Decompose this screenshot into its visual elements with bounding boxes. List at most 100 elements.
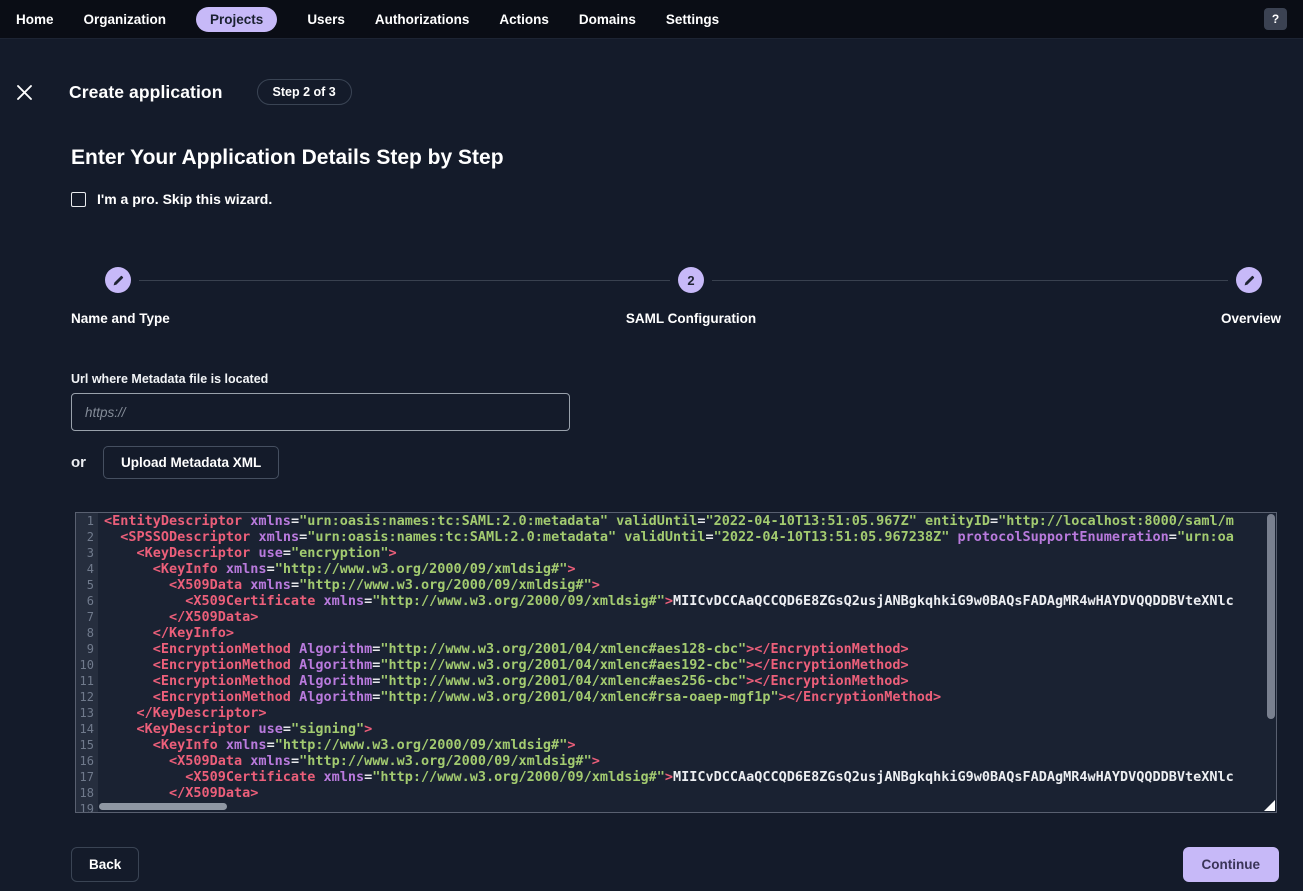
nav-item-users[interactable]: Users xyxy=(307,12,345,27)
code-line: 9 <EncryptionMethod Algorithm="http://ww… xyxy=(76,641,1276,657)
code-line: 8 </KeyInfo> xyxy=(76,625,1276,641)
upload-metadata-button[interactable]: Upload Metadata XML xyxy=(103,446,279,479)
or-row: or Upload Metadata XML xyxy=(71,446,1303,479)
code-content: <SPSSODescriptor xmlns="urn:oasis:names:… xyxy=(98,529,1276,545)
code-content: <EncryptionMethod Algorithm="http://www.… xyxy=(98,673,1276,689)
wizard-stepper: 2 xyxy=(0,267,1303,295)
code-content: </KeyInfo> xyxy=(98,625,1276,641)
step-badge: Step 2 of 3 xyxy=(257,79,352,105)
vertical-scrollbar[interactable] xyxy=(1267,514,1275,719)
line-number: 19 xyxy=(76,801,98,813)
code-line: 1<EntityDescriptor xmlns="urn:oasis:name… xyxy=(76,513,1276,529)
resize-grip-icon[interactable] xyxy=(1264,800,1275,811)
line-number: 8 xyxy=(76,625,98,641)
top-navigation: Home Organization Projects Users Authorizati… xyxy=(0,0,1303,39)
code-content: </X509Data> xyxy=(98,785,1276,801)
step-2-circle[interactable]: 2 xyxy=(678,267,704,293)
line-number: 15 xyxy=(76,737,98,753)
code-content: <EncryptionMethod Algorithm="http://www.… xyxy=(98,689,1276,705)
code-line: 17 <X509Certificate xmlns="http://www.w3… xyxy=(76,769,1276,785)
code-line: 19 xyxy=(76,801,1276,813)
nav-item-organization[interactable]: Organization xyxy=(84,12,167,27)
skip-wizard-label: I'm a pro. Skip this wizard. xyxy=(97,191,272,207)
code-content: <EncryptionMethod Algorithm="http://www.… xyxy=(98,641,1276,657)
back-button[interactable]: Back xyxy=(71,847,139,882)
code-line: 4 <KeyInfo xmlns="http://www.w3.org/2000… xyxy=(76,561,1276,577)
code-content: <X509Data xmlns="http://www.w3.org/2000/… xyxy=(98,577,1276,593)
nav-item-authorizations[interactable]: Authorizations xyxy=(375,12,470,27)
line-number: 3 xyxy=(76,545,98,561)
continue-button[interactable]: Continue xyxy=(1183,847,1280,882)
code-content: <X509Certificate xmlns="http://www.w3.or… xyxy=(98,593,1276,609)
nav-item-settings[interactable]: Settings xyxy=(666,12,719,27)
code-line: 7 </X509Data> xyxy=(76,609,1276,625)
code-content: </KeyDescriptor> xyxy=(98,705,1276,721)
line-number: 6 xyxy=(76,593,98,609)
code-content: <EntityDescriptor xmlns="urn:oasis:names… xyxy=(98,513,1276,529)
line-number: 2 xyxy=(76,529,98,545)
nav-item-home[interactable]: Home xyxy=(16,12,54,27)
code-content: <EncryptionMethod Algorithm="http://www.… xyxy=(98,657,1276,673)
line-number: 11 xyxy=(76,673,98,689)
code-lines: 1<EntityDescriptor xmlns="urn:oasis:name… xyxy=(76,513,1276,813)
line-number: 12 xyxy=(76,689,98,705)
step-2-label: SAML Configuration xyxy=(626,311,756,326)
close-button[interactable] xyxy=(12,80,36,104)
close-icon xyxy=(16,84,33,101)
code-content: <X509Data xmlns="http://www.w3.org/2000/… xyxy=(98,753,1276,769)
metadata-form: Url where Metadata file is located or Up… xyxy=(71,372,1303,479)
code-line: 11 <EncryptionMethod Algorithm="http://w… xyxy=(76,673,1276,689)
or-label: or xyxy=(71,454,86,471)
pencil-icon xyxy=(1243,274,1256,287)
pencil-icon xyxy=(112,274,125,287)
create-application-header: Create application Step 2 of 3 xyxy=(0,79,1303,105)
footer-actions: Back Continue xyxy=(0,847,1303,882)
code-content: <KeyInfo xmlns="http://www.w3.org/2000/0… xyxy=(98,561,1276,577)
code-line: 16 <X509Data xmlns="http://www.w3.org/20… xyxy=(76,753,1276,769)
step-1-label: Name and Type xyxy=(71,311,170,326)
page-title: Create application xyxy=(69,82,223,103)
code-line: 18 </X509Data> xyxy=(76,785,1276,801)
metadata-url-input[interactable] xyxy=(71,393,570,431)
code-line: 6 <X509Certificate xmlns="http://www.w3.… xyxy=(76,593,1276,609)
code-line: 12 <EncryptionMethod Algorithm="http://w… xyxy=(76,689,1276,705)
line-number: 5 xyxy=(76,577,98,593)
step-3-label: Overview xyxy=(1221,311,1281,326)
code-line: 3 <KeyDescriptor use="encryption"> xyxy=(76,545,1276,561)
code-content: <KeyDescriptor use="signing"> xyxy=(98,721,1276,737)
line-number: 7 xyxy=(76,609,98,625)
code-line: 5 <X509Data xmlns="http://www.w3.org/200… xyxy=(76,577,1276,593)
code-line: 2 <SPSSODescriptor xmlns="urn:oasis:name… xyxy=(76,529,1276,545)
nav-items: Home Organization Projects Users Authorizati… xyxy=(16,7,719,32)
step-3-circle[interactable] xyxy=(1236,267,1262,293)
code-content: </X509Data> xyxy=(98,609,1276,625)
line-number: 4 xyxy=(76,561,98,577)
line-number: 9 xyxy=(76,641,98,657)
skip-wizard-row[interactable]: I'm a pro. Skip this wizard. xyxy=(71,191,1303,207)
nav-item-domains[interactable]: Domains xyxy=(579,12,636,27)
line-number: 13 xyxy=(76,705,98,721)
code-line: 13 </KeyDescriptor> xyxy=(76,705,1276,721)
code-line: 15 <KeyInfo xmlns="http://www.w3.org/200… xyxy=(76,737,1276,753)
stepper-labels: Name and Type SAML Configuration Overvie… xyxy=(0,304,1303,336)
metadata-url-label: Url where Metadata file is located xyxy=(71,372,1303,386)
step-1-circle[interactable] xyxy=(105,267,131,293)
line-number: 18 xyxy=(76,785,98,801)
help-button[interactable]: ? xyxy=(1264,8,1287,30)
stepper-connector-2 xyxy=(712,280,1228,281)
metadata-xml-editor[interactable]: 1<EntityDescriptor xmlns="urn:oasis:name… xyxy=(75,512,1277,813)
wizard-heading: Enter Your Application Details Step by S… xyxy=(71,146,1303,170)
nav-item-projects[interactable]: Projects xyxy=(196,7,277,32)
code-line: 10 <EncryptionMethod Algorithm="http://w… xyxy=(76,657,1276,673)
code-content: <KeyDescriptor use="encryption"> xyxy=(98,545,1276,561)
code-line: 14 <KeyDescriptor use="signing"> xyxy=(76,721,1276,737)
line-number: 10 xyxy=(76,657,98,673)
horizontal-scrollbar[interactable] xyxy=(99,803,227,810)
nav-item-actions[interactable]: Actions xyxy=(499,12,549,27)
line-number: 17 xyxy=(76,769,98,785)
skip-wizard-checkbox[interactable] xyxy=(71,192,86,207)
stepper-connector-1 xyxy=(139,280,670,281)
line-number: 16 xyxy=(76,753,98,769)
code-content xyxy=(98,801,1276,813)
line-number: 14 xyxy=(76,721,98,737)
